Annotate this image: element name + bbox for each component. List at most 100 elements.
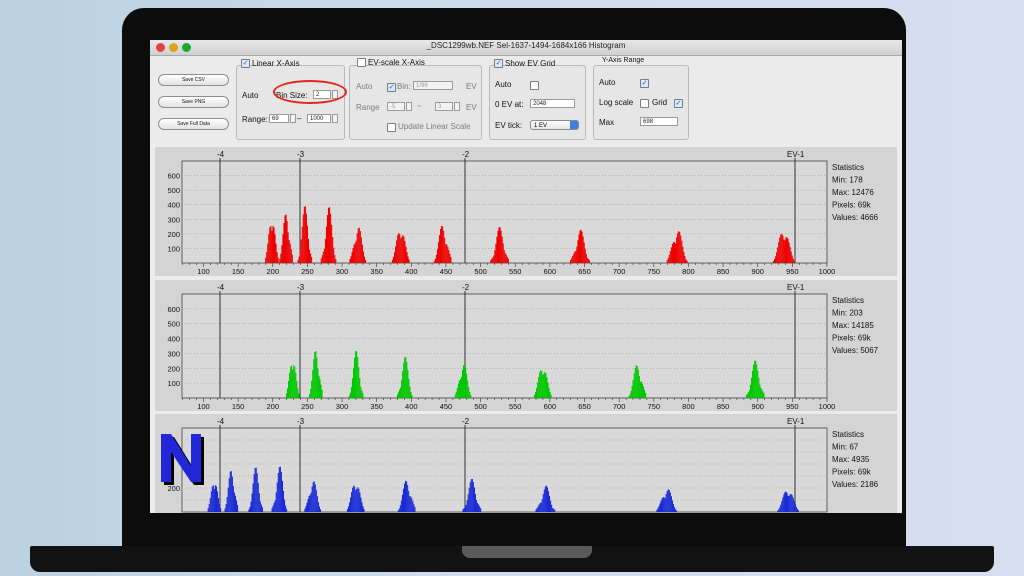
histogram-bar — [269, 227, 271, 263]
x-tick-label: 450 — [440, 402, 453, 411]
ev-bin-checkbox[interactable]: ✓ — [387, 83, 396, 92]
histogram-bar — [503, 250, 505, 263]
histogram-bar — [795, 506, 797, 512]
histogram-bar — [498, 227, 500, 263]
histogram-bar — [478, 504, 480, 512]
ev-tick-select[interactable]: 1 EV — [530, 120, 579, 130]
show-ev-grid-checkbox[interactable]: ✓ — [494, 59, 503, 68]
y-max-input[interactable]: 698 — [640, 117, 678, 126]
histogram-bar — [794, 504, 796, 512]
histogram-bar — [347, 506, 350, 512]
histogram-bar — [354, 357, 356, 398]
y-tick-label: 300 — [167, 215, 180, 224]
histogram-bar — [792, 497, 794, 512]
histogram-bar — [278, 467, 280, 512]
range-min-input[interactable]: 69 — [269, 114, 289, 123]
save-png-button[interactable]: Save PNG — [158, 96, 229, 108]
histogram-bar — [538, 376, 540, 398]
histogram-bar — [311, 380, 313, 398]
ev-scale-x-axis-checkbox[interactable] — [357, 58, 366, 67]
stats-title: Statistics — [832, 430, 864, 439]
range-label: Range: — [242, 115, 268, 124]
x-tick-label: 650 — [578, 402, 591, 411]
histogram-bar — [332, 237, 334, 263]
histogram-bar — [399, 234, 401, 263]
histogram-bar — [334, 255, 336, 263]
histogram-bar — [312, 370, 314, 398]
histogram-bar — [549, 391, 551, 398]
ev-range-min-input[interactable]: -5 — [387, 102, 405, 111]
ev-grid-auto-checkbox[interactable] — [530, 81, 539, 90]
histogram-bar — [776, 252, 778, 263]
histogram-bar — [402, 235, 404, 263]
histogram-bar — [404, 357, 406, 398]
histogram-bar — [333, 247, 335, 263]
ev-grid-toggle[interactable]: ✓ Show EV Grid — [494, 59, 555, 68]
histogram-bar — [312, 482, 314, 512]
y-auto-checkbox[interactable]: ✓ — [640, 79, 649, 88]
histogram-bar — [284, 215, 286, 263]
ev0-input[interactable]: 2048 — [530, 99, 575, 108]
grid-checkbox[interactable]: ✓ — [674, 99, 683, 108]
stats-min: Min: 203 — [832, 309, 863, 318]
histogram-bar — [361, 244, 363, 263]
histogram-bar — [279, 258, 281, 263]
x-tick-label: 250 — [301, 402, 314, 411]
histogram-bar — [638, 375, 640, 398]
histogram-bar — [628, 396, 630, 398]
histogram-bar — [788, 242, 790, 263]
linear-x-axis-checkbox[interactable]: ✓ — [241, 59, 250, 68]
stats-title: Statistics — [832, 296, 864, 305]
histogram-bar — [674, 509, 677, 512]
x-tick-label: 700 — [613, 267, 626, 276]
histogram-bar — [507, 258, 509, 263]
histogram-bar — [663, 497, 665, 512]
save-full-data-button[interactable]: Save Full Data — [158, 118, 229, 130]
ev-range-unit: EV — [466, 103, 477, 112]
log-scale-checkbox[interactable] — [640, 99, 649, 108]
histogram-bar — [275, 492, 277, 512]
range-max-stepper[interactable] — [332, 114, 338, 123]
ev-range-max-input[interactable]: 3 — [435, 102, 453, 111]
histogram-bar — [280, 471, 282, 512]
ev-range-min-stepper[interactable] — [406, 102, 412, 111]
update-linear-scale-checkbox[interactable] — [387, 123, 396, 132]
histogram-bar — [550, 500, 552, 512]
histogram-bar — [314, 351, 316, 398]
range-max-input[interactable]: 1000 — [307, 114, 331, 123]
histogram-bar — [357, 357, 359, 398]
histogram-bar — [346, 509, 348, 512]
histogram-bar — [308, 249, 311, 263]
histogram-bar — [349, 392, 351, 398]
histogram-bar — [397, 510, 399, 512]
save-csv-button[interactable]: Save CSV — [158, 74, 229, 86]
histogram-bar — [779, 507, 781, 512]
ev-scale-x-axis-toggle[interactable]: EV-scale X-Axis — [357, 58, 425, 67]
histogram-bar — [758, 377, 760, 398]
histogram-bar — [267, 243, 269, 263]
histogram-bar — [441, 225, 443, 263]
histogram-bar — [464, 506, 466, 512]
histogram-bar — [209, 498, 211, 512]
ev-range-max-stepper[interactable] — [454, 102, 460, 111]
histogram-bar — [403, 236, 405, 263]
x-tick-label: 550 — [509, 402, 522, 411]
histogram-bar — [572, 255, 574, 263]
x-tick-label: 850 — [717, 402, 730, 411]
histogram-bar — [406, 252, 408, 263]
histogram-bar — [634, 368, 636, 398]
histogram-bar — [677, 233, 679, 263]
linear-x-axis-toggle[interactable]: ✓ Linear X-Axis — [241, 59, 300, 68]
ev-axis-label: -2 — [462, 417, 470, 426]
histogram-bar — [468, 487, 470, 512]
ev-bin-input[interactable]: 1/96 — [413, 81, 453, 90]
histogram-bar — [300, 239, 302, 263]
histogram-bar — [578, 234, 580, 263]
histogram-bar — [630, 390, 632, 398]
histogram-bar — [401, 494, 403, 512]
x-tick-label: 600 — [544, 402, 557, 411]
histogram-bar — [440, 229, 442, 263]
histogram-bar — [224, 508, 226, 512]
range-min-stepper[interactable] — [290, 114, 296, 123]
histogram-bar — [290, 366, 292, 398]
